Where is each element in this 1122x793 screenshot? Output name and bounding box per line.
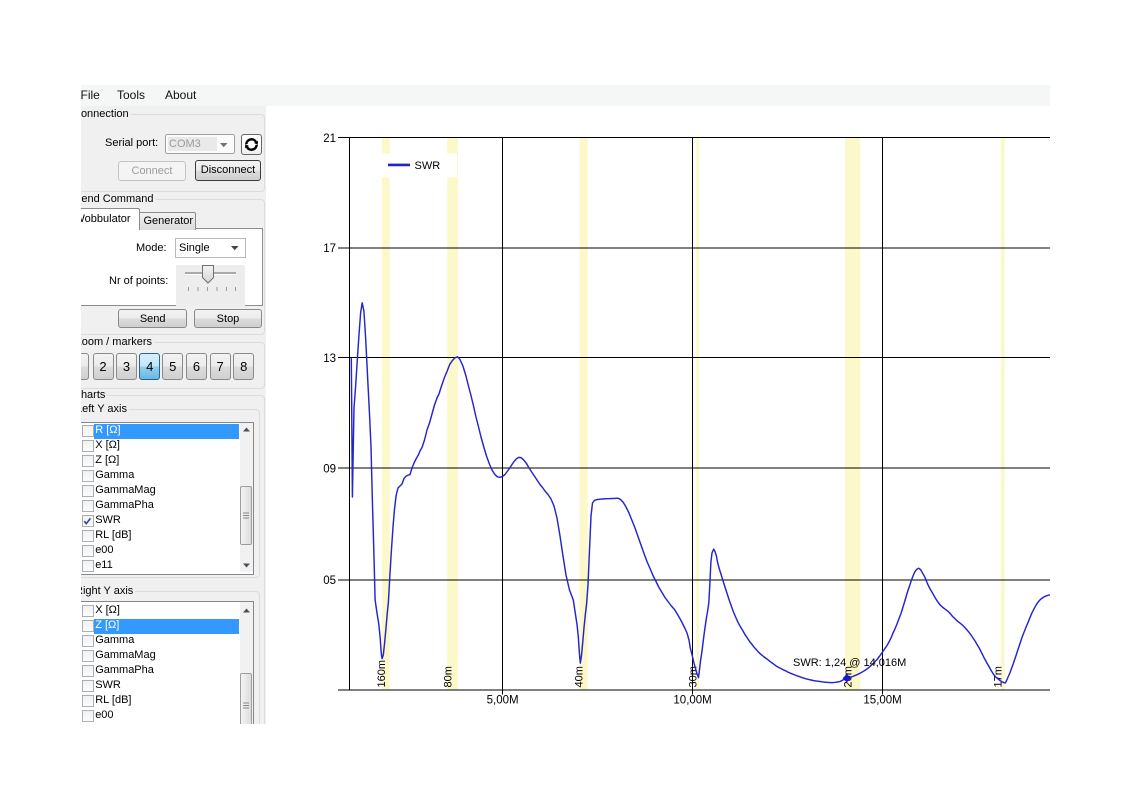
svg-text:SWR: 1,24 @ 14,016M: SWR: 1,24 @ 14,016M xyxy=(793,657,906,669)
svg-text:09: 09 xyxy=(323,463,336,475)
svg-text:21: 21 xyxy=(323,133,336,145)
svg-text:160m: 160m xyxy=(376,660,388,688)
svg-text:SWR: SWR xyxy=(415,160,441,172)
svg-text:10,00M: 10,00M xyxy=(673,695,711,707)
svg-text:13: 13 xyxy=(323,353,336,365)
svg-text:80m: 80m xyxy=(443,666,455,687)
svg-text:5,00M: 5,00M xyxy=(487,695,519,707)
svg-text:17: 17 xyxy=(323,243,336,255)
svg-text:40m: 40m xyxy=(574,666,586,687)
svg-text:17m: 17m xyxy=(993,666,1005,687)
svg-text:15,00M: 15,00M xyxy=(863,695,901,707)
svg-text:05: 05 xyxy=(323,575,336,587)
